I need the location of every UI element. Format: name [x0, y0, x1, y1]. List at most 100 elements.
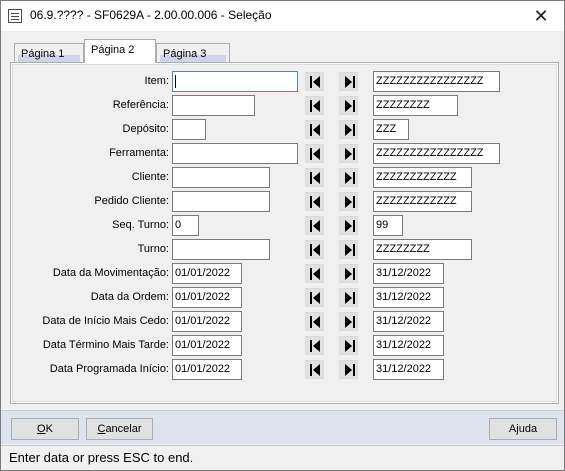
ferramenta-from-input[interactable] — [172, 143, 298, 164]
deposito-from-input[interactable] — [172, 119, 206, 140]
last-record-icon — [345, 292, 355, 304]
data-programada-inicio-first-button[interactable] — [305, 360, 324, 379]
data-termino-mais-tarde-to-input[interactable]: 31/12/2022 — [373, 335, 444, 356]
cancel-button[interactable]: Cancelar — [86, 418, 153, 440]
deposito-label: Depósito: — [122, 123, 169, 135]
data-movimentacao-first-button[interactable] — [305, 264, 324, 283]
turno-first-button[interactable] — [305, 240, 324, 259]
item-to-input[interactable]: ZZZZZZZZZZZZZZZZ — [373, 71, 500, 92]
pedido-cliente-to-input[interactable]: ZZZZZZZZZZZZ — [373, 191, 472, 212]
first-record-icon — [310, 172, 320, 184]
first-record-icon — [310, 340, 320, 352]
last-record-icon — [345, 340, 355, 352]
first-record-icon — [310, 292, 320, 304]
last-record-icon — [345, 76, 355, 88]
ferramenta-to-input[interactable]: ZZZZZZZZZZZZZZZZ — [373, 143, 500, 164]
ok-button[interactable]: OK — [11, 418, 79, 440]
referencia-first-button[interactable] — [305, 96, 324, 115]
seq-turno-from-input[interactable]: 0 — [172, 215, 199, 236]
close-button[interactable]: ✕ — [518, 1, 564, 31]
help-button[interactable]: Ajuda — [489, 418, 557, 440]
ferramenta-label: Ferramenta: — [109, 147, 169, 159]
data-inicio-mais-cedo-first-button[interactable] — [305, 312, 324, 331]
referencia-to-input[interactable]: ZZZZZZZZ — [373, 95, 458, 116]
data-programada-inicio-from-input[interactable]: 01/01/2022 — [172, 359, 242, 380]
data-movimentacao-to-input[interactable]: 31/12/2022 — [373, 263, 444, 284]
tab-label: Página 1 — [21, 48, 65, 60]
data-termino-mais-tarde-from-input[interactable]: 01/01/2022 — [172, 335, 242, 356]
cliente-label: Cliente: — [131, 171, 169, 183]
data-movimentacao-last-button[interactable] — [339, 264, 358, 283]
ferramenta-last-button[interactable] — [339, 144, 358, 163]
first-record-icon — [310, 100, 320, 112]
deposito-first-button[interactable] — [305, 120, 324, 139]
data-termino-mais-tarde-label: Data Término Mais Tarde: — [42, 339, 169, 351]
first-record-icon — [310, 316, 320, 328]
turno-from-input[interactable] — [172, 239, 270, 260]
seq-turno-first-button[interactable] — [305, 216, 324, 235]
referencia-last-button[interactable] — [339, 96, 358, 115]
seq-turno-to-input[interactable]: 99 — [373, 215, 403, 236]
item-label: Item: — [144, 75, 169, 87]
last-record-icon — [345, 124, 355, 136]
data-ordem-last-button[interactable] — [339, 288, 358, 307]
first-record-icon — [310, 268, 320, 280]
data-programada-inicio-label: Data Programada Início: — [49, 363, 169, 375]
tab-pagina-2[interactable]: Página 2 — [84, 39, 156, 63]
referencia-from-input[interactable] — [172, 95, 255, 116]
item-from-input[interactable] — [172, 71, 298, 92]
cliente-from-input[interactable] — [172, 167, 270, 188]
data-ordem-first-button[interactable] — [305, 288, 324, 307]
button-bar: OK Cancelar Ajuda — [1, 410, 564, 444]
last-record-icon — [345, 100, 355, 112]
last-record-icon — [345, 268, 355, 280]
pedido-cliente-last-button[interactable] — [339, 192, 358, 211]
last-record-icon — [345, 364, 355, 376]
data-inicio-mais-cedo-last-button[interactable] — [339, 312, 358, 331]
data-termino-mais-tarde-first-button[interactable] — [305, 336, 324, 355]
first-record-icon — [310, 148, 320, 160]
last-record-icon — [345, 148, 355, 160]
last-record-icon — [345, 172, 355, 184]
first-record-icon — [310, 244, 320, 256]
last-record-icon — [345, 244, 355, 256]
first-record-icon — [310, 220, 320, 232]
first-record-icon — [310, 196, 320, 208]
item-first-button[interactable] — [305, 72, 324, 91]
data-inicio-mais-cedo-to-input[interactable]: 31/12/2022 — [373, 311, 444, 332]
data-inicio-mais-cedo-from-input[interactable]: 01/01/2022 — [172, 311, 242, 332]
data-ordem-to-input[interactable]: 31/12/2022 — [373, 287, 444, 308]
pedido-cliente-label: Pedido Cliente: — [94, 195, 169, 207]
last-record-icon — [345, 220, 355, 232]
tab-pagina-3[interactable]: Página 3 — [156, 43, 230, 64]
turno-to-input[interactable]: ZZZZZZZZ — [373, 239, 472, 260]
seq-turno-last-button[interactable] — [339, 216, 358, 235]
first-record-icon — [310, 364, 320, 376]
app-icon — [8, 9, 22, 23]
data-termino-mais-tarde-last-button[interactable] — [339, 336, 358, 355]
turno-last-button[interactable] — [339, 240, 358, 259]
tab-pagina-1[interactable]: Página 1 — [14, 43, 84, 64]
close-icon: ✕ — [533, 5, 549, 27]
item-last-button[interactable] — [339, 72, 358, 91]
tab-label: Página 3 — [163, 48, 207, 60]
first-record-icon — [310, 124, 320, 136]
text-caret — [175, 75, 176, 88]
deposito-last-button[interactable] — [339, 120, 358, 139]
cliente-to-input[interactable]: ZZZZZZZZZZZZ — [373, 167, 472, 188]
cliente-last-button[interactable] — [339, 168, 358, 187]
data-programada-inicio-last-button[interactable] — [339, 360, 358, 379]
pedido-cliente-first-button[interactable] — [305, 192, 324, 211]
cliente-first-button[interactable] — [305, 168, 324, 187]
pedido-cliente-from-input[interactable] — [172, 191, 270, 212]
data-programada-inicio-to-input[interactable]: 31/12/2022 — [373, 359, 444, 380]
dialog-window: 06.9.???? - SF0629A - 2.00.00.006 - Sele… — [0, 0, 565, 471]
referencia-label: Referência: — [112, 99, 169, 111]
ferramenta-first-button[interactable] — [305, 144, 324, 163]
data-movimentacao-label: Data da Movimentação: — [52, 267, 169, 279]
title-bar: 06.9.???? - SF0629A - 2.00.00.006 - Sele… — [1, 1, 564, 31]
deposito-to-input[interactable]: ZZZ — [373, 119, 409, 140]
data-movimentacao-from-input[interactable]: 01/01/2022 — [172, 263, 242, 284]
status-bar: Enter data or press ESC to end. — [1, 445, 564, 470]
data-ordem-from-input[interactable]: 01/01/2022 — [172, 287, 242, 308]
